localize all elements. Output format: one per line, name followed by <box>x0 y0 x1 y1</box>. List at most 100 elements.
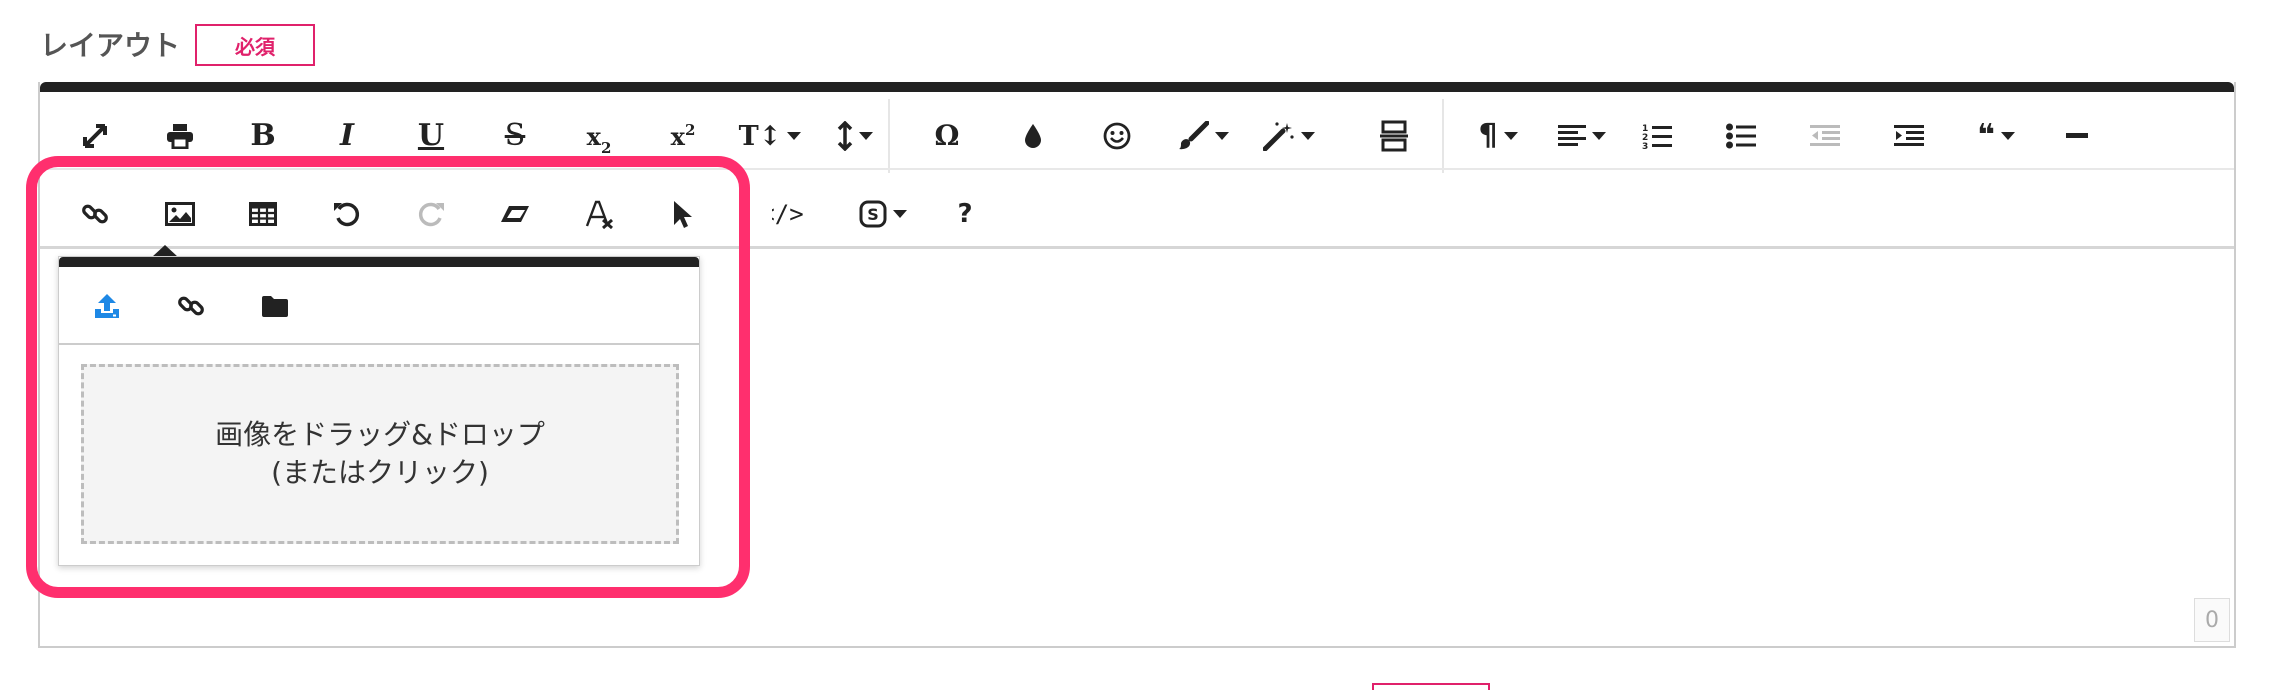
special-char-icon: Ω <box>934 119 960 152</box>
image-insert-popup: 画像をドラッグ&ドロップ (またはクリック) <box>58 256 700 566</box>
redo-button[interactable] <box>404 182 458 246</box>
print-button[interactable] <box>153 104 207 168</box>
link-icon <box>178 296 204 316</box>
eraser-button[interactable] <box>488 182 542 246</box>
toolbar-row-divider <box>40 168 2234 170</box>
fullscreen-button[interactable] <box>68 104 122 168</box>
page-break-icon <box>1380 120 1408 152</box>
subscript-button[interactable]: x2 <box>572 104 626 168</box>
ordered-list-icon: 123 <box>1642 124 1672 150</box>
paragraph-dropdown[interactable]: ¶ <box>1460 104 1536 168</box>
line-height-icon <box>837 121 853 151</box>
color-icon <box>1025 124 1041 148</box>
toolbar-divider <box>1442 99 1444 173</box>
undo-button[interactable] <box>320 182 374 246</box>
help-icon: ? <box>957 199 973 229</box>
print-icon <box>167 124 193 149</box>
chevron-down-icon <box>893 210 907 218</box>
outdent-button[interactable] <box>1798 104 1852 168</box>
font-size-dropdown[interactable]: T↕ <box>730 104 810 168</box>
paragraph-icon: ¶ <box>1478 118 1498 153</box>
select-all-button[interactable] <box>656 182 710 246</box>
italic-button[interactable]: I <box>320 104 374 168</box>
strikethrough-icon: S <box>504 118 526 153</box>
svg-text:S: S <box>867 205 879 224</box>
table-button[interactable] <box>236 182 290 246</box>
superscript-icon: x2 <box>670 120 696 151</box>
page-break-button[interactable] <box>1367 104 1421 168</box>
indent-button[interactable] <box>1882 104 1936 168</box>
chevron-down-icon <box>787 132 802 140</box>
underline-icon: U <box>417 118 445 153</box>
chevron-down-icon <box>859 132 873 140</box>
strikethrough-button[interactable]: S <box>488 104 542 168</box>
align-icon <box>1558 125 1586 146</box>
special-char-button[interactable]: Ω <box>920 104 974 168</box>
superscript-index: 2 <box>684 120 696 139</box>
unordered-list-button[interactable] <box>1714 104 1768 168</box>
code-view-button[interactable]: </> <box>772 182 812 246</box>
subscript-icon: x2 <box>587 122 612 157</box>
chevron-down-icon <box>1503 132 1518 140</box>
toolbar-bottom-border <box>40 246 2234 249</box>
upload-icon <box>95 294 119 318</box>
link-button[interactable] <box>68 182 122 246</box>
line-height-dropdown[interactable] <box>820 104 890 168</box>
chevron-down-icon <box>1215 132 1229 140</box>
toolbar-divider <box>888 99 890 173</box>
bold-icon: B <box>250 118 276 153</box>
color-button[interactable] <box>1006 104 1060 168</box>
eraser-icon <box>501 206 529 222</box>
ordered-list-button[interactable]: 123 <box>1630 104 1684 168</box>
required-badge: 必須 <box>195 24 315 66</box>
help-button[interactable]: ? <box>938 182 992 246</box>
redo-icon <box>418 202 444 227</box>
undo-icon <box>334 202 360 227</box>
bold-button[interactable]: B <box>236 104 290 168</box>
magic-wand-dropdown[interactable] <box>1246 104 1332 168</box>
underline-button[interactable]: U <box>404 104 458 168</box>
paint-format-icon <box>1179 121 1209 150</box>
svg-text:3: 3 <box>1642 142 1648 150</box>
superscript-button[interactable]: x2 <box>656 104 710 168</box>
indent-icon <box>1894 125 1924 146</box>
fullscreen-icon <box>83 124 107 148</box>
editor-top-bar <box>40 82 2234 92</box>
clear-format-icon <box>585 200 613 229</box>
quote-dropdown[interactable]: ❝ <box>1956 104 2036 168</box>
field-label: レイアウト <box>40 29 181 62</box>
horizontal-rule-button[interactable] <box>2050 104 2104 168</box>
popup-tabs-divider <box>59 343 699 345</box>
link-tab[interactable] <box>163 275 219 337</box>
superscript-base: x <box>670 121 685 151</box>
special-dropdown[interactable]: S <box>848 182 918 246</box>
font-size-icon: T↕ <box>738 120 782 152</box>
drop-zone-text-line1: 画像をドラッグ&ドロップ <box>215 418 545 452</box>
paint-format-dropdown[interactable] <box>1160 104 1246 168</box>
chevron-down-icon <box>2000 132 2015 140</box>
chevron-down-icon <box>1301 132 1315 140</box>
clear-format-button[interactable] <box>572 182 626 246</box>
folder-tab[interactable] <box>247 275 303 337</box>
code-view-icon: </> <box>772 200 804 228</box>
align-dropdown[interactable] <box>1544 104 1620 168</box>
chevron-down-icon <box>1592 132 1606 140</box>
horizontal-rule-icon <box>2066 133 2088 138</box>
table-icon <box>249 202 277 226</box>
image-button[interactable] <box>153 182 207 246</box>
subscript-index: 2 <box>600 138 612 157</box>
bottom-badge-edge <box>1372 683 1490 690</box>
folder-icon <box>262 296 288 317</box>
character-counter: 0 <box>2194 598 2230 642</box>
popup-top-bar <box>59 257 699 267</box>
upload-tab[interactable] <box>79 275 135 337</box>
italic-icon: I <box>339 118 355 153</box>
emoticon-button[interactable] <box>1090 104 1144 168</box>
special-icon: S <box>859 200 887 228</box>
link-icon <box>82 204 108 224</box>
emoticon-icon <box>1103 122 1131 150</box>
image-icon <box>165 202 195 226</box>
image-drop-zone[interactable]: 画像をドラッグ&ドロップ (またはクリック) <box>81 364 679 544</box>
drop-zone-text-line2: (またはクリック) <box>271 456 489 489</box>
select-all-icon <box>674 201 692 228</box>
